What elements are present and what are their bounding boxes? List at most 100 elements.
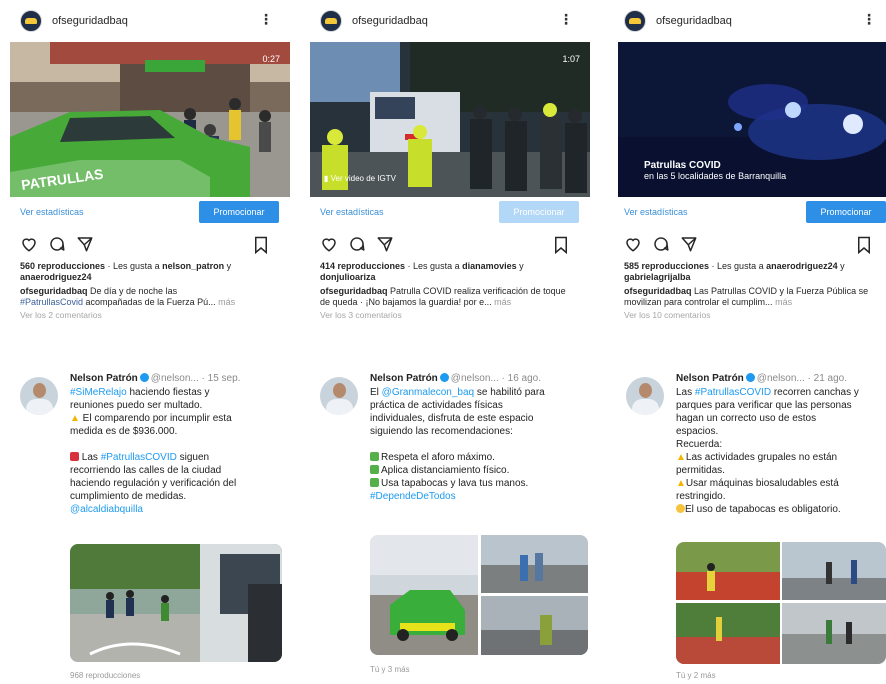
tweet-hashtag[interactable]: #DependeDeTodos bbox=[370, 491, 456, 502]
tweet-mention[interactable]: @alcaldiabquilla bbox=[70, 504, 143, 515]
verified-badge-icon bbox=[745, 373, 755, 382]
view-comments-link[interactable]: Ver los 10 comentarios bbox=[604, 308, 886, 320]
view-insights-link[interactable]: Ver estadísticas bbox=[624, 207, 688, 217]
post-column-3: ofseguridadbaq ⋮ Patrullas COVID en las 5… bbox=[604, 0, 886, 684]
like-heart-icon[interactable] bbox=[320, 235, 338, 253]
post-username[interactable]: ofseguridadbaq bbox=[352, 15, 428, 27]
comment-icon[interactable] bbox=[348, 235, 366, 253]
tweet-body: Nelson Patrón @nelson... · 15 sep. #SiMeR… bbox=[70, 372, 287, 516]
tweet-avatar[interactable] bbox=[20, 377, 58, 415]
view-insights-link[interactable]: Ver estadísticas bbox=[20, 207, 84, 217]
igtv-icon: ▮ bbox=[324, 174, 331, 183]
liked-by-user[interactable]: anaerodriguez24 bbox=[20, 272, 92, 282]
post-actions bbox=[604, 227, 886, 261]
view-count[interactable]: 560 reproducciones bbox=[20, 261, 105, 271]
promote-button[interactable]: Promocionar bbox=[199, 201, 279, 223]
verified-badge-icon bbox=[139, 373, 149, 382]
tweet-date: · 15 sep. bbox=[201, 373, 241, 384]
view-insights-link[interactable]: Ver estadísticas bbox=[320, 207, 384, 217]
post-video[interactable]: Patrullas COVID en las 5 localidades de B… bbox=[618, 42, 886, 197]
tweet-video[interactable] bbox=[70, 544, 282, 662]
likes-prefix: · Les gusta a bbox=[405, 261, 463, 271]
tweet-handle[interactable]: @nelson... bbox=[757, 373, 805, 384]
tweet-handle[interactable]: @nelson... bbox=[151, 373, 199, 384]
tweet-handle[interactable]: @nelson... bbox=[451, 373, 499, 384]
video-frame-street-police-car: PATRULLAS bbox=[10, 42, 290, 197]
caption-username[interactable]: ofseguridadbaq bbox=[20, 286, 88, 296]
tweet-text: Las #PatrullasCOVID recorren canchas y p… bbox=[676, 386, 886, 516]
tweet-author-name[interactable]: Nelson Patrón bbox=[370, 373, 438, 384]
more-link[interactable]: más bbox=[494, 297, 511, 307]
bookmark-icon[interactable] bbox=[253, 236, 269, 254]
view-comments-link[interactable]: Ver los 3 comentarios bbox=[300, 308, 595, 320]
tweet-photo-grid-image bbox=[370, 535, 588, 655]
check-emoji-icon bbox=[370, 452, 379, 461]
caption-username[interactable]: ofseguridadbaq bbox=[320, 286, 388, 296]
tweet-line: Las actividades grupales no están permit… bbox=[676, 452, 838, 476]
post-caption: ofseguridadbaq Las Patrullas COVID y la … bbox=[604, 283, 886, 308]
tweet-hashtag[interactable]: #PatrullasCOVID bbox=[101, 452, 177, 463]
likes-prefix: · Les gusta a bbox=[709, 261, 767, 271]
share-icon[interactable] bbox=[76, 235, 94, 253]
tweet-mention[interactable]: @Granmalecon_baq bbox=[382, 387, 474, 398]
post-username[interactable]: ofseguridadbaq bbox=[52, 15, 128, 27]
share-icon[interactable] bbox=[376, 235, 394, 253]
siren-emoji-icon bbox=[70, 452, 79, 461]
tweet-hashtag[interactable]: #PatrullasCOVID bbox=[695, 387, 771, 398]
post-header: ofseguridadbaq ⋮ bbox=[300, 0, 595, 42]
liked-by-user[interactable]: gabrielagrijalba bbox=[624, 272, 691, 282]
more-options-icon[interactable]: ⋮ bbox=[862, 12, 876, 26]
liked-by-user[interactable]: dianamovies bbox=[462, 261, 517, 271]
more-link[interactable]: más bbox=[218, 297, 235, 307]
comment-icon[interactable] bbox=[652, 235, 670, 253]
tweet-hashtag[interactable]: #SiMeRelajo bbox=[70, 387, 127, 398]
tweet-photo-grid[interactable] bbox=[676, 542, 886, 664]
share-icon[interactable] bbox=[680, 235, 698, 253]
caption-username[interactable]: ofseguridadbaq bbox=[624, 286, 692, 296]
check-emoji-icon bbox=[370, 478, 379, 487]
view-comments-link[interactable]: Ver los 2 comentarios bbox=[0, 308, 295, 320]
liked-by-user[interactable]: anaerodriguez24 bbox=[766, 261, 838, 271]
tweet-body: Nelson Patrón @nelson... · 21 ago. Las #P… bbox=[676, 372, 886, 516]
comment-icon[interactable] bbox=[48, 235, 66, 253]
tweet-author-name[interactable]: Nelson Patrón bbox=[70, 373, 138, 384]
caption-hashtag[interactable]: #PatrullasCovid bbox=[20, 297, 83, 307]
profile-avatar[interactable] bbox=[320, 10, 342, 32]
liked-by-user[interactable]: nelson_patron bbox=[162, 261, 224, 271]
post-actions bbox=[0, 227, 295, 261]
tweet-text: #SiMeRelajo haciendo fiestas y reuniones… bbox=[70, 386, 287, 516]
post-caption: ofseguridadbaq De día y de noche las #Pat… bbox=[0, 283, 295, 308]
promote-button[interactable]: Promocionar bbox=[806, 201, 886, 223]
tweet-avatar[interactable] bbox=[626, 377, 664, 415]
tweet-avatar[interactable] bbox=[320, 377, 358, 415]
bookmark-icon[interactable] bbox=[553, 236, 569, 254]
tweet-likes[interactable]: Tú y 3 más bbox=[370, 665, 410, 674]
like-heart-icon[interactable] bbox=[624, 235, 642, 253]
post-video[interactable]: 1:07 ▮ Ver video de IGTV bbox=[310, 42, 590, 197]
more-link[interactable]: más bbox=[775, 297, 792, 307]
view-count[interactable]: 585 reproducciones bbox=[624, 261, 709, 271]
verified-badge-icon bbox=[439, 373, 449, 382]
tweet-author-name[interactable]: Nelson Patrón bbox=[676, 373, 744, 384]
igtv-link[interactable]: ▮ Ver video de IGTV bbox=[324, 174, 396, 183]
post-video[interactable]: PATRULLAS 0:27 bbox=[10, 42, 290, 197]
more-options-icon[interactable]: ⋮ bbox=[259, 12, 273, 26]
tweet-line: El comparendo por incumplir esta medida … bbox=[70, 413, 232, 437]
promote-button[interactable]: Promocionar bbox=[499, 201, 579, 223]
post-username[interactable]: ofseguridadbaq bbox=[656, 15, 732, 27]
tweet-line: Respeta el aforo máximo. bbox=[381, 452, 495, 463]
caption-text: De día y de noche las bbox=[87, 286, 178, 296]
view-count[interactable]: 414 reproducciones bbox=[320, 261, 405, 271]
bookmark-icon[interactable] bbox=[856, 236, 872, 254]
profile-avatar[interactable] bbox=[624, 10, 646, 32]
more-options-icon[interactable]: ⋮ bbox=[559, 12, 573, 26]
insights-bar: Ver estadísticas Promocionar bbox=[604, 197, 886, 227]
igtv-label: Ver video de IGTV bbox=[330, 174, 396, 183]
tweet-line: El bbox=[370, 387, 382, 398]
tweet-likes[interactable]: Tú y 2 más bbox=[676, 671, 716, 680]
like-heart-icon[interactable] bbox=[20, 235, 38, 253]
insights-bar: Ver estadísticas Promocionar bbox=[0, 197, 295, 227]
profile-avatar[interactable] bbox=[20, 10, 42, 32]
liked-by-user[interactable]: donjulioariza bbox=[320, 272, 376, 282]
tweet-photo-grid[interactable] bbox=[370, 535, 588, 655]
